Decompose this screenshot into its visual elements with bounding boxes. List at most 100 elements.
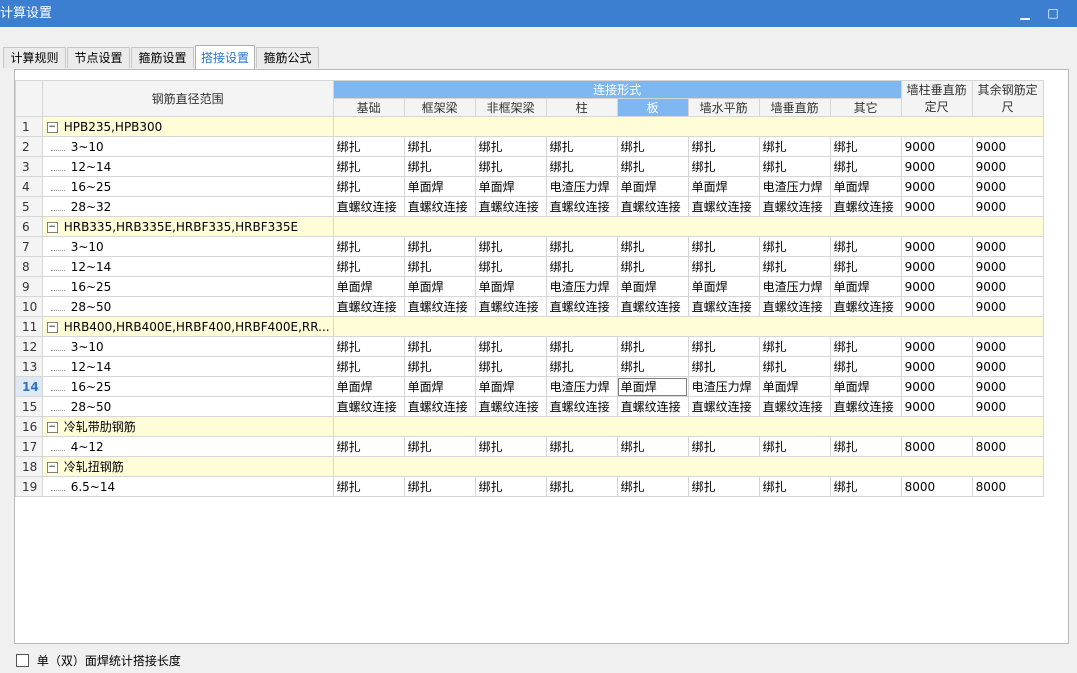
connection-cell[interactable]: 绑扎 bbox=[403, 476, 476, 497]
length-cell[interactable]: 9000 bbox=[971, 196, 1044, 217]
connection-cell[interactable]: 直螺纹连接 bbox=[545, 296, 618, 317]
length-cell[interactable]: 9000 bbox=[971, 176, 1044, 197]
header-wall-vertical-length[interactable]: 墙柱垂直筋定尺 bbox=[900, 80, 973, 117]
range-cell[interactable]: 16~25 bbox=[41, 276, 334, 297]
connection-cell[interactable]: 直螺纹连接 bbox=[332, 196, 405, 217]
range-cell[interactable]: − HRB335,HRB335E,HRBF335,HRBF335E bbox=[41, 216, 334, 237]
tab-stirrup-settings[interactable]: 箍筋设置 bbox=[131, 47, 194, 68]
range-cell[interactable]: − HRB400,HRB400E,HRBF400,HRBF400E,RR... bbox=[41, 316, 334, 337]
length-cell[interactable]: 9000 bbox=[971, 236, 1044, 257]
connection-cell[interactable]: 单面焊 bbox=[829, 276, 902, 297]
length-cell[interactable]: 8000 bbox=[900, 476, 973, 497]
connection-cell[interactable]: 直螺纹连接 bbox=[545, 396, 618, 417]
table-row[interactable]: 2 3~10 绑扎 绑扎 绑扎 绑扎 绑扎 绑扎 绑扎 绑扎 9000 9000 bbox=[15, 136, 1044, 157]
connection-cell[interactable]: 绑扎 bbox=[545, 156, 618, 177]
connection-cell[interactable]: 绑扎 bbox=[616, 436, 689, 457]
connection-cell[interactable]: 绑扎 bbox=[616, 356, 689, 377]
connection-cell[interactable]: 单面焊 bbox=[474, 176, 547, 197]
length-cell[interactable]: 9000 bbox=[971, 396, 1044, 417]
length-cell[interactable]: 9000 bbox=[971, 336, 1044, 357]
connection-cell[interactable]: 单面焊 bbox=[829, 176, 902, 197]
header-column[interactable]: 柱 bbox=[545, 98, 618, 117]
length-cell[interactable]: 9000 bbox=[971, 256, 1044, 277]
minimize-button[interactable]: ▁ bbox=[1015, 0, 1035, 27]
connection-cell[interactable]: 绑扎 bbox=[758, 356, 831, 377]
header-frame-beam[interactable]: 框架梁 bbox=[403, 98, 476, 117]
tab-calc-rules[interactable]: 计算规则 bbox=[3, 47, 66, 68]
connection-cell[interactable]: 绑扎 bbox=[403, 156, 476, 177]
group-row[interactable]: 1− HPB235,HPB300 bbox=[15, 116, 1044, 137]
length-cell[interactable]: 9000 bbox=[900, 396, 973, 417]
connection-cell[interactable]: 单面焊 bbox=[403, 176, 476, 197]
length-cell[interactable]: 9000 bbox=[900, 136, 973, 157]
connection-cell[interactable]: 电渣压力焊 bbox=[545, 276, 618, 297]
connection-cell[interactable]: 直螺纹连接 bbox=[616, 396, 689, 417]
connection-cell[interactable]: 直螺纹连接 bbox=[687, 396, 760, 417]
connection-cell[interactable]: 直螺纹连接 bbox=[829, 196, 902, 217]
table-row[interactable]: 5 28~32 直螺纹连接 直螺纹连接 直螺纹连接 直螺纹连接 直螺纹连接 直螺纹连接 直螺纹连… bbox=[15, 196, 1044, 217]
connection-cell[interactable]: 绑扎 bbox=[758, 136, 831, 157]
group-row[interactable]: 18− 冷轧扭钢筋 bbox=[15, 456, 1044, 477]
length-cell[interactable]: 9000 bbox=[900, 336, 973, 357]
connection-cell[interactable]: 直螺纹连接 bbox=[829, 396, 902, 417]
connection-cell[interactable]: 绑扎 bbox=[474, 336, 547, 357]
connection-cell[interactable]: 电渣压力焊 bbox=[758, 276, 831, 297]
length-cell[interactable]: 9000 bbox=[900, 256, 973, 277]
connection-cell[interactable]: 绑扎 bbox=[332, 156, 405, 177]
length-cell[interactable]: 8000 bbox=[900, 436, 973, 457]
range-cell[interactable]: − 冷轧带肋钢筋 bbox=[41, 416, 334, 437]
group-row[interactable]: 6− HRB335,HRB335E,HRBF335,HRBF335E bbox=[15, 216, 1044, 237]
range-cell[interactable]: 3~10 bbox=[41, 336, 334, 357]
connection-cell[interactable]: 绑扎 bbox=[687, 256, 760, 277]
connection-cell[interactable]: 绑扎 bbox=[829, 336, 902, 357]
connection-cell[interactable]: 单面焊 bbox=[332, 376, 405, 397]
connection-cell[interactable]: 绑扎 bbox=[403, 236, 476, 257]
connection-cell[interactable]: 绑扎 bbox=[758, 336, 831, 357]
table-row[interactable]: 19 6.5~14 绑扎 绑扎 绑扎 绑扎 绑扎 绑扎 绑扎 绑扎 8000 8000 bbox=[15, 476, 1044, 497]
group-row[interactable]: 11− HRB400,HRB400E,HRBF400,HRBF400E,RR... bbox=[15, 316, 1044, 337]
connection-cell[interactable]: 绑扎 bbox=[616, 236, 689, 257]
range-cell[interactable]: 12~14 bbox=[41, 256, 334, 277]
table-row[interactable]: 10 28~50 直螺纹连接 直螺纹连接 直螺纹连接 直螺纹连接 直螺纹连接 直螺纹连接 直螺纹… bbox=[15, 296, 1044, 317]
header-range[interactable]: 钢筋直径范围 bbox=[41, 80, 334, 117]
connection-cell[interactable]: 绑扎 bbox=[758, 156, 831, 177]
collapse-icon[interactable]: − bbox=[46, 321, 58, 333]
range-cell[interactable]: 28~50 bbox=[41, 296, 334, 317]
connection-cell[interactable]: 绑扎 bbox=[829, 156, 902, 177]
connection-cell[interactable]: 单面焊 bbox=[758, 376, 831, 397]
connection-cell[interactable]: 绑扎 bbox=[829, 476, 902, 497]
connection-cell[interactable]: 单面焊 bbox=[403, 276, 476, 297]
length-cell[interactable]: 9000 bbox=[900, 176, 973, 197]
connection-cell[interactable]: 直螺纹连接 bbox=[758, 396, 831, 417]
header-wall-vertical[interactable]: 墙垂直筋 bbox=[758, 98, 831, 117]
connection-cell[interactable]: 绑扎 bbox=[403, 256, 476, 277]
connection-cell[interactable]: 绑扎 bbox=[616, 476, 689, 497]
range-cell[interactable]: 28~32 bbox=[41, 196, 334, 217]
range-cell[interactable]: 16~25 bbox=[41, 376, 334, 397]
connection-cell[interactable]: 绑扎 bbox=[616, 136, 689, 157]
connection-cell[interactable]: 绑扎 bbox=[332, 436, 405, 457]
connection-cell[interactable]: 绑扎 bbox=[687, 156, 760, 177]
connection-cell[interactable]: 绑扎 bbox=[332, 336, 405, 357]
range-cell[interactable]: − 冷轧扭钢筋 bbox=[41, 456, 334, 477]
range-cell[interactable]: 12~14 bbox=[41, 356, 334, 377]
connection-cell[interactable]: 直螺纹连接 bbox=[332, 296, 405, 317]
connection-cell[interactable]: 绑扎 bbox=[687, 136, 760, 157]
header-slab[interactable]: 板 bbox=[616, 98, 689, 117]
connection-cell[interactable]: 直螺纹连接 bbox=[545, 196, 618, 217]
connection-cell[interactable]: 绑扎 bbox=[545, 256, 618, 277]
connection-cell[interactable]: 绑扎 bbox=[474, 356, 547, 377]
connection-cell[interactable]: 绑扎 bbox=[687, 436, 760, 457]
connection-cell[interactable]: 绑扎 bbox=[829, 436, 902, 457]
connection-cell[interactable]: 绑扎 bbox=[332, 476, 405, 497]
connection-cell[interactable]: 绑扎 bbox=[332, 176, 405, 197]
connection-cell[interactable]: 直螺纹连接 bbox=[474, 196, 547, 217]
connection-cell[interactable]: 绑扎 bbox=[687, 236, 760, 257]
connection-cell[interactable]: 绑扎 bbox=[332, 256, 405, 277]
length-cell[interactable]: 9000 bbox=[900, 296, 973, 317]
table-row[interactable]: 3 12~14 绑扎 绑扎 绑扎 绑扎 绑扎 绑扎 绑扎 绑扎 9000 9000 bbox=[15, 156, 1044, 177]
connection-cell[interactable]: 绑扎 bbox=[616, 336, 689, 357]
table-row[interactable]: 4 16~25 绑扎 单面焊 单面焊 电渣压力焊 单面焊 单面焊 电渣压力焊 单面焊 9000 900… bbox=[15, 176, 1044, 197]
connection-cell[interactable]: 直螺纹连接 bbox=[758, 196, 831, 217]
length-cell[interactable]: 9000 bbox=[900, 196, 973, 217]
